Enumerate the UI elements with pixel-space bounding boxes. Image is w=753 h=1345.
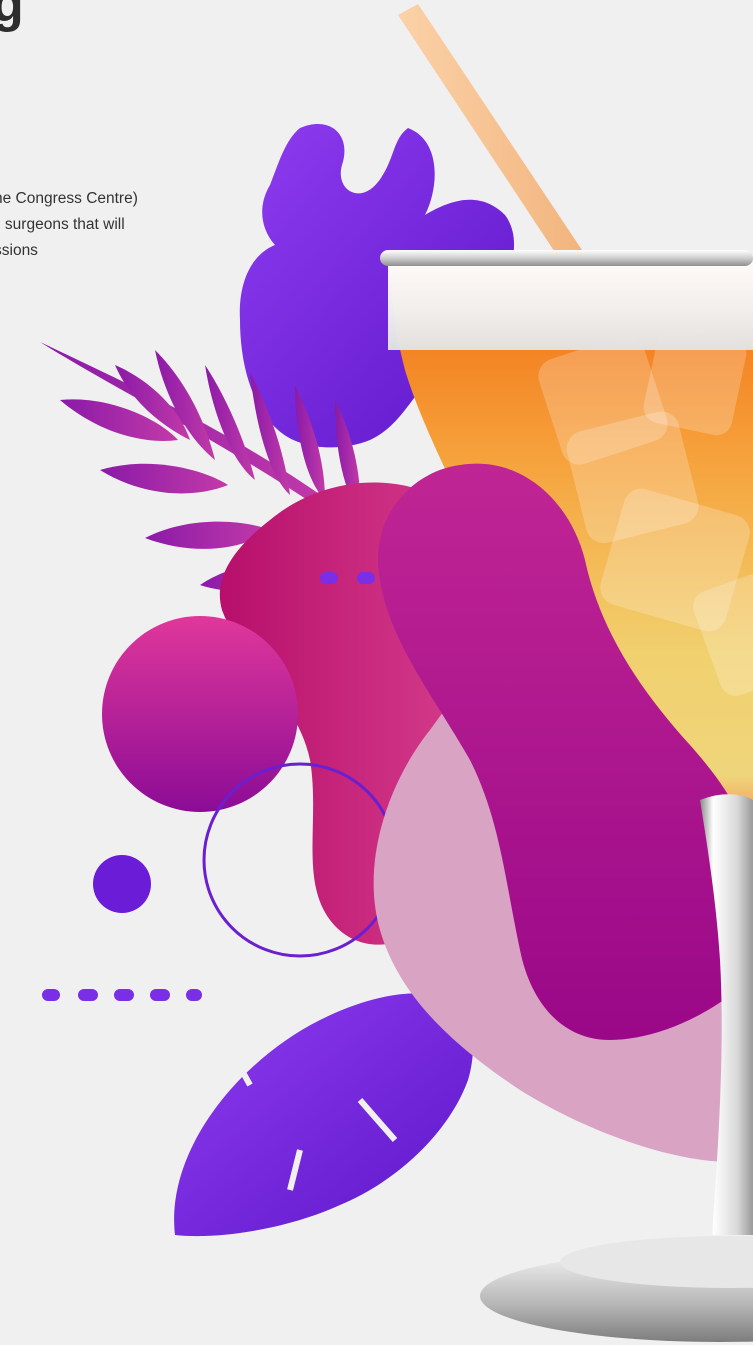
event-banner: g he Congress Centre) g surgeons that wi… xyxy=(0,0,753,1345)
event-description: he Congress Centre) g surgeons that will… xyxy=(0,186,138,264)
description-line: he Congress Centre) xyxy=(0,190,138,207)
pink-circle xyxy=(102,616,298,812)
page-title: g xyxy=(0,0,24,33)
purple-dot xyxy=(93,855,151,913)
description-line: ssions xyxy=(0,242,38,259)
feather-leaf-icon xyxy=(174,993,473,1237)
description-line: g surgeons that will xyxy=(0,216,125,233)
dot-row-bottom xyxy=(42,989,202,1001)
